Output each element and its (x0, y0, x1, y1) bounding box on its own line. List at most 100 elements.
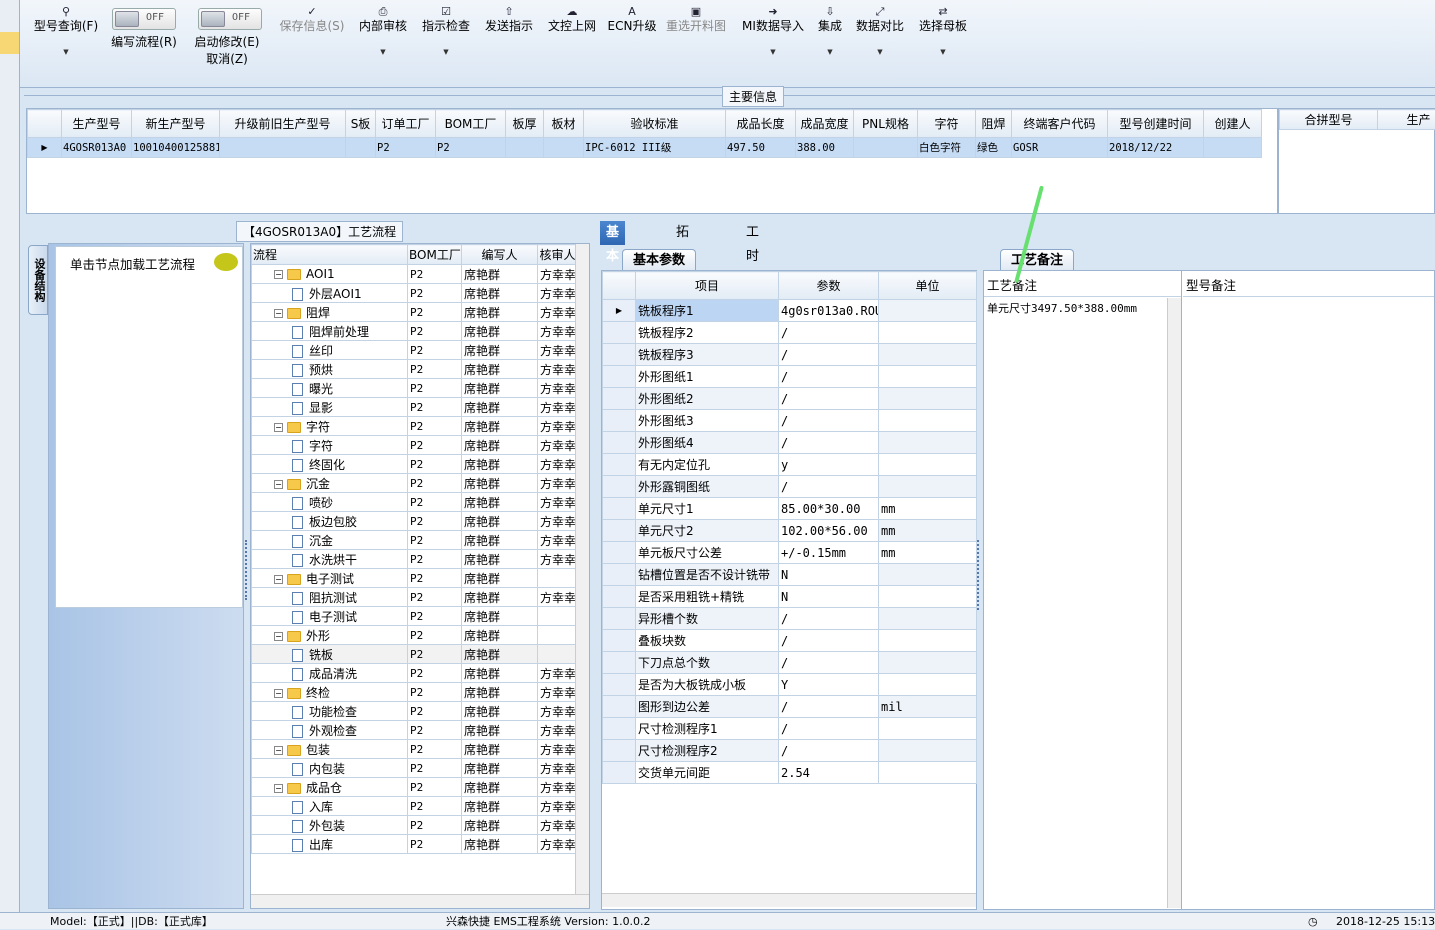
tree-cell-bom[interactable]: P2 (408, 493, 462, 512)
tree-cell-reviewer[interactable]: 方幸幸 (538, 417, 578, 436)
tree-node[interactable]: −沉金 (252, 474, 408, 493)
param-unit[interactable] (879, 432, 977, 454)
tree-cell-writer[interactable]: 席艳群 (462, 455, 538, 474)
table-cell[interactable]: 497.50 (726, 138, 796, 158)
collapse-icon[interactable]: − (274, 270, 283, 279)
tree-row[interactable]: −AOI1P2席艳群方幸幸 (252, 265, 578, 284)
row-header[interactable] (603, 344, 636, 366)
tree-cell-writer[interactable]: 席艳群 (462, 303, 538, 322)
row-header[interactable] (603, 542, 636, 564)
row-header[interactable] (603, 366, 636, 388)
tree-cell-reviewer[interactable]: 方幸幸 (538, 322, 578, 341)
send-guide-button[interactable]: ⇧ 发送指示 (481, 4, 537, 34)
param-unit[interactable] (879, 322, 977, 344)
param-item[interactable]: 交货单元间距 (636, 762, 779, 784)
param-item[interactable]: 图形到边公差 (636, 696, 779, 718)
param-unit[interactable] (879, 410, 977, 432)
load-hint-box[interactable]: 单击节点加载工艺流程 (55, 246, 243, 608)
tree-cell-bom[interactable]: P2 (408, 303, 462, 322)
tree-cell-reviewer[interactable] (538, 569, 578, 588)
tree-node[interactable]: 阻抗测试 (252, 588, 408, 607)
col-header-bom[interactable]: BOM工厂 (408, 245, 462, 265)
col-header[interactable]: 终端客户代码 (1012, 110, 1108, 138)
param-value[interactable]: / (779, 322, 879, 344)
tree-cell-reviewer[interactable]: 方幸幸 (538, 816, 578, 835)
param-value[interactable]: / (779, 476, 879, 498)
reselect-map-button[interactable]: ▣ 重选开料图 (664, 4, 728, 34)
table-cell[interactable]: 绿色 (976, 138, 1012, 158)
param-row[interactable]: 尺寸检测程序2/ (603, 740, 977, 762)
col-header[interactable]: 板材 (544, 110, 584, 138)
param-unit[interactable] (879, 344, 977, 366)
tree-cell-reviewer[interactable] (538, 607, 578, 626)
row-header[interactable] (603, 498, 636, 520)
param-unit[interactable] (879, 718, 977, 740)
tree-cell-reviewer[interactable]: 方幸幸 (538, 284, 578, 303)
tree-cell-bom[interactable]: P2 (408, 512, 462, 531)
param-item[interactable]: 叠板块数 (636, 630, 779, 652)
tree-node[interactable]: 电子测试 (252, 607, 408, 626)
tree-node[interactable]: 成品清洗 (252, 664, 408, 683)
tree-cell-bom[interactable]: P2 (408, 360, 462, 379)
param-row[interactable]: 单元尺寸185.00*30.00mm (603, 498, 977, 520)
tree-cell-writer[interactable]: 席艳群 (462, 474, 538, 493)
tree-cell-writer[interactable]: 席艳群 (462, 759, 538, 778)
tree-cell-bom[interactable]: P2 (408, 702, 462, 721)
tree-cell-reviewer[interactable]: 方幸幸 (538, 303, 578, 322)
query-button[interactable]: ⚲ 型号查询(F) ▼ (30, 4, 102, 60)
horizontal-scrollbar[interactable] (251, 894, 589, 908)
param-unit[interactable] (879, 476, 977, 498)
splitter-handle[interactable] (977, 540, 982, 610)
param-row[interactable]: 图形到边公差/mil (603, 696, 977, 718)
tree-cell-reviewer[interactable] (538, 626, 578, 645)
horizontal-scrollbar[interactable] (602, 893, 976, 907)
upload-doc-button[interactable]: ☁ 文控上网 (544, 4, 600, 34)
table-cell[interactable] (854, 138, 918, 158)
tree-cell-reviewer[interactable]: 方幸幸 (538, 398, 578, 417)
tree-cell-writer[interactable]: 席艳群 (462, 740, 538, 759)
param-value[interactable]: Y (779, 674, 879, 696)
tree-cell-reviewer[interactable] (538, 645, 578, 664)
tree-cell-writer[interactable]: 席艳群 (462, 531, 538, 550)
table-cell[interactable]: P2 (436, 138, 506, 158)
tree-node[interactable]: 水洗烘干 (252, 550, 408, 569)
tree-node[interactable]: 铣板 (252, 645, 408, 664)
tree-row[interactable]: −成品仓P2席艳群方幸幸 (252, 778, 578, 797)
col-header-reviewer[interactable]: 核审人 (538, 245, 578, 265)
start-edit-toggle[interactable]: OFF (198, 8, 262, 30)
param-row[interactable]: 外形图纸1/ (603, 366, 977, 388)
collapse-icon[interactable]: − (274, 309, 283, 318)
param-item[interactable]: 外形图纸4 (636, 432, 779, 454)
vertical-scrollbar[interactable] (1167, 298, 1181, 908)
param-value[interactable]: / (779, 718, 879, 740)
collapse-icon[interactable]: − (274, 746, 283, 755)
param-item[interactable]: 单元尺寸2 (636, 520, 779, 542)
tree-row[interactable]: 入库P2席艳群方幸幸 (252, 797, 578, 816)
table-row[interactable]: ▶ 4GOSR013A010010400125881P2P2IPC-6012 I… (28, 138, 1262, 158)
col-header[interactable]: 成品长度 (726, 110, 796, 138)
row-header[interactable]: ▶ (603, 300, 636, 322)
row-header[interactable] (603, 696, 636, 718)
tree-cell-reviewer[interactable]: 方幸幸 (538, 740, 578, 759)
param-row[interactable]: 是否采用粗铣+精铣N (603, 586, 977, 608)
tree-row[interactable]: −外形P2席艳群 (252, 626, 578, 645)
param-unit[interactable] (879, 740, 977, 762)
tree-cell-reviewer[interactable]: 方幸幸 (538, 835, 578, 854)
param-row[interactable]: 钻槽位置是否不设计铣带N (603, 564, 977, 586)
param-item[interactable]: 外形图纸1 (636, 366, 779, 388)
col-header[interactable]: 阻焊 (976, 110, 1012, 138)
table-cell[interactable]: 10010400125881 (132, 138, 220, 158)
tree-row[interactable]: −阻焊P2席艳群方幸幸 (252, 303, 578, 322)
param-item[interactable]: 外形图纸2 (636, 388, 779, 410)
tree-node[interactable]: −阻焊 (252, 303, 408, 322)
param-item[interactable]: 外形露铜图纸 (636, 476, 779, 498)
tree-cell-bom[interactable]: P2 (408, 645, 462, 664)
tree-node[interactable]: 曝光 (252, 379, 408, 398)
col-header[interactable]: 生产 (1378, 110, 1435, 130)
tree-cell-writer[interactable]: 席艳群 (462, 721, 538, 740)
tree-cell-bom[interactable]: P2 (408, 531, 462, 550)
param-value[interactable]: / (779, 608, 879, 630)
param-item[interactable]: 是否采用粗铣+精铣 (636, 586, 779, 608)
param-row[interactable]: 交货单元间距2.54 (603, 762, 977, 784)
col-header[interactable]: BOM工厂 (436, 110, 506, 138)
